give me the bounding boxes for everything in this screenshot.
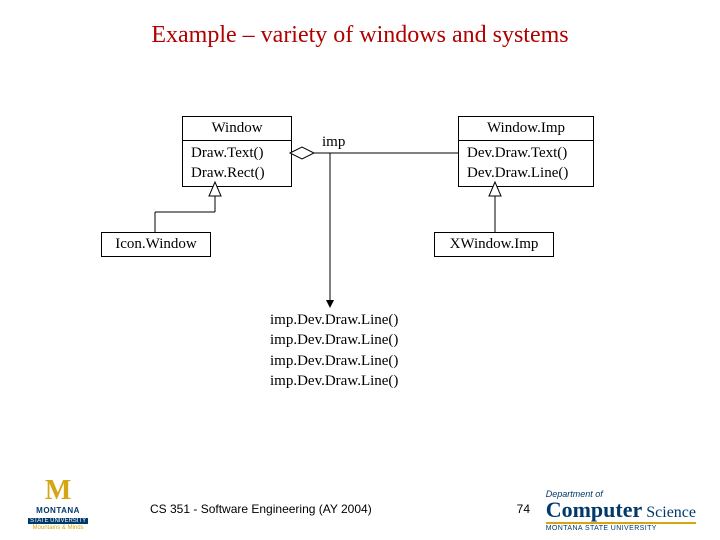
uml-class-iconwindow: Icon.Window — [101, 232, 211, 257]
code-line: imp.Dev.Draw.Line() — [270, 330, 398, 350]
uml-class-window: Window Draw.Text() Draw.Rect() — [182, 116, 292, 187]
uml-class-ops: Draw.Text() Draw.Rect() — [183, 141, 291, 186]
code-note: imp.Dev.Draw.Line() imp.Dev.Draw.Line() … — [270, 310, 398, 391]
code-line: imp.Dev.Draw.Line() — [270, 371, 398, 391]
code-line: imp.Dev.Draw.Line() — [270, 351, 398, 371]
uml-class-name: Window — [183, 117, 291, 141]
uml-class-name: Icon.Window — [102, 233, 210, 256]
uml-assoc-label: imp — [322, 134, 345, 151]
uml-class-xwindowimp: XWindow.Imp — [434, 232, 554, 257]
uml-op: Dev.Draw.Text() — [467, 144, 585, 164]
uml-class-ops: Dev.Draw.Text() Dev.Draw.Line() — [459, 141, 593, 186]
msu-logo-m: M — [28, 476, 88, 507]
msu-logo-state: STATE UNIVERSITY — [28, 518, 88, 525]
uml-op: Draw.Rect() — [191, 164, 283, 184]
uml-class-name: Window.Imp — [459, 117, 593, 141]
code-line: imp.Dev.Draw.Line() — [270, 310, 398, 330]
slide-footer: M MONTANA STATE UNIVERSITY Mountains & M… — [0, 470, 720, 540]
msu-logo: M MONTANA STATE UNIVERSITY Mountains & M… — [28, 476, 88, 532]
diagram-connectors — [0, 0, 720, 540]
msu-logo-name: MONTANA — [28, 507, 88, 516]
cs-dept-sub: MONTANA STATE UNIVERSITY — [546, 522, 696, 532]
uml-class-name: XWindow.Imp — [435, 233, 553, 256]
cs-dept-name: Computer Science — [546, 499, 696, 521]
page-number: 74 — [517, 502, 530, 516]
uml-class-windowimp: Window.Imp Dev.Draw.Text() Dev.Draw.Line… — [458, 116, 594, 187]
course-label: CS 351 - Software Engineering (AY 2004) — [150, 502, 372, 516]
cs-dept-logo: Department of Computer Science MONTANA S… — [546, 490, 696, 532]
msu-logo-tagline: Mountains & Minds — [28, 525, 88, 532]
uml-op: Draw.Text() — [191, 144, 283, 164]
uml-op: Dev.Draw.Line() — [467, 164, 585, 184]
slide-title: Example – variety of windows and systems — [0, 22, 720, 49]
